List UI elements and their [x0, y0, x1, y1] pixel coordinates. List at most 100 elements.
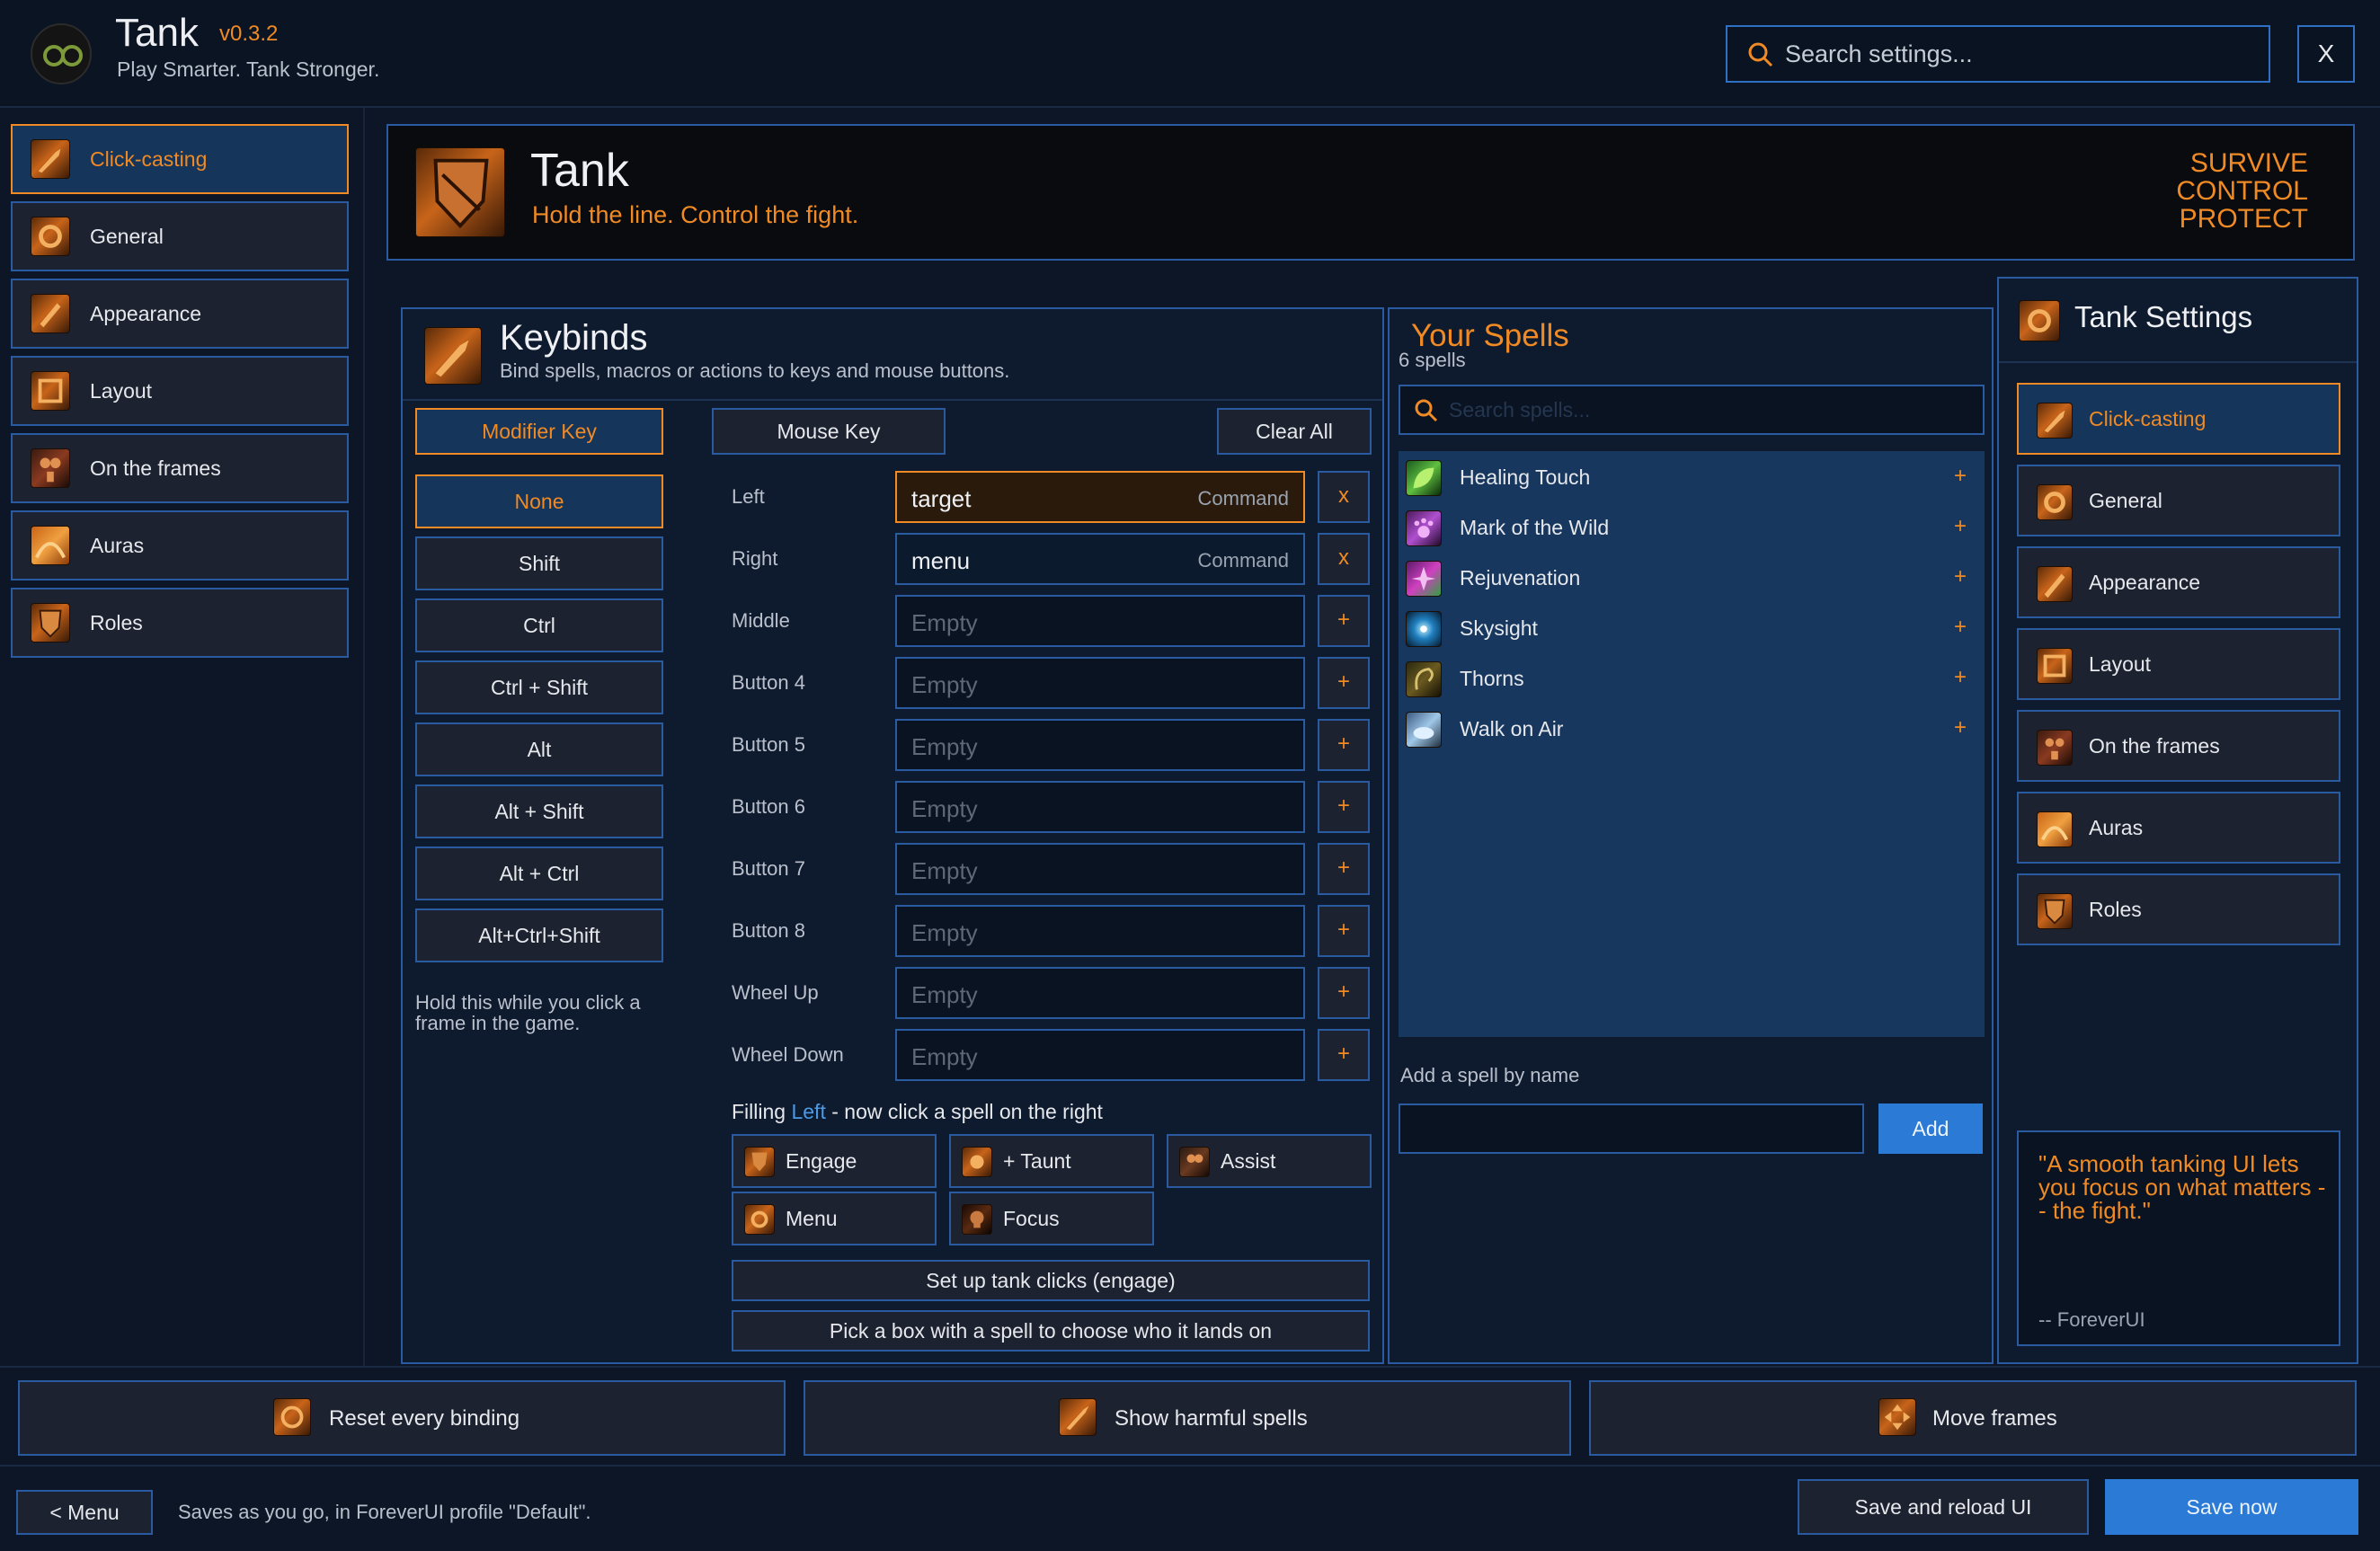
binding-value: Empty	[911, 1043, 978, 1070]
reset-bindings-button[interactable]: Reset every binding	[18, 1380, 786, 1456]
add-spell-icon[interactable]: +	[1954, 564, 1967, 589]
setup-tank-clicks-button[interactable]: Set up tank clicks (engage)	[732, 1260, 1370, 1301]
binding-field-button4[interactable]: Empty	[895, 657, 1305, 709]
binding-field-left[interactable]: target Command	[895, 471, 1305, 523]
settings-item-auras[interactable]: Auras	[2017, 792, 2340, 864]
nav-item-auras[interactable]: Auras	[11, 510, 349, 581]
remove-binding-button[interactable]: x	[1318, 471, 1370, 523]
nav-item-click-casting[interactable]: Click-casting	[11, 124, 349, 194]
add-spell-icon[interactable]: +	[1954, 514, 1967, 539]
settings-item-on-the-frames[interactable]: On the frames	[2017, 710, 2340, 782]
menu-action-button[interactable]: Menu	[732, 1192, 937, 1245]
leaf-icon	[1406, 460, 1442, 496]
add-binding-button[interactable]: +	[1318, 843, 1370, 895]
keybinds-panel: Keybinds Bind spells, macros or actions …	[401, 307, 1384, 1364]
add-binding-button[interactable]: +	[1318, 905, 1370, 957]
binding-field-middle[interactable]: Empty	[895, 595, 1305, 647]
spell-row[interactable]: Walk on Air +	[1399, 705, 1985, 755]
binding-field-button5[interactable]: Empty	[895, 719, 1305, 771]
binding-value: Empty	[911, 981, 978, 1008]
settings-search-input[interactable]	[1785, 27, 2252, 81]
add-spell-icon[interactable]: +	[1954, 464, 1967, 489]
add-binding-button[interactable]: +	[1318, 719, 1370, 771]
show-harmful-spells-button[interactable]: Show harmful spells	[804, 1380, 1571, 1456]
binding-label-button4: Button 4	[732, 671, 805, 694]
nav-item-label: Auras	[90, 534, 145, 557]
modifier-alt-ctrl-shift[interactable]: Alt+Ctrl+Shift	[415, 908, 663, 962]
engage-button[interactable]: Engage	[732, 1134, 937, 1188]
bloom-icon	[1406, 561, 1442, 597]
search-icon	[1748, 42, 1773, 67]
modifier-alt-shift[interactable]: Alt + Shift	[415, 784, 663, 838]
nav-item-appearance[interactable]: Appearance	[11, 279, 349, 349]
pick-target-box-button[interactable]: Pick a box with a spell to choose who it…	[732, 1310, 1370, 1352]
settings-item-appearance[interactable]: Appearance	[2017, 546, 2340, 618]
settings-item-general[interactable]: General	[2017, 465, 2340, 536]
settings-item-click-casting[interactable]: Click-casting	[2017, 383, 2340, 455]
modifier-shift[interactable]: Shift	[415, 536, 663, 590]
add-binding-button[interactable]: +	[1318, 595, 1370, 647]
save-now-button[interactable]: Save now	[2105, 1479, 2358, 1535]
nav-item-general[interactable]: General	[11, 201, 349, 271]
add-spell-input[interactable]	[1399, 1103, 1864, 1154]
add-binding-button[interactable]: +	[1318, 781, 1370, 833]
spell-row[interactable]: Skysight +	[1399, 604, 1985, 654]
add-spell-icon[interactable]: +	[1954, 715, 1967, 740]
focus-button[interactable]: Focus	[949, 1192, 1154, 1245]
nav-item-label: Appearance	[90, 302, 202, 325]
back-to-menu-button[interactable]: < Menu	[16, 1490, 153, 1535]
spell-row[interactable]: Thorns +	[1399, 654, 1985, 705]
move-frames-button[interactable]: Move frames	[1589, 1380, 2357, 1456]
settings-item-roles[interactable]: Roles	[2017, 873, 2340, 945]
spell-row[interactable]: Rejuvenation +	[1399, 554, 1985, 604]
spell-search-input[interactable]	[1449, 386, 1970, 433]
banner-subtitle: Hold the line. Control the fight.	[532, 201, 859, 228]
nav-item-roles[interactable]: Roles	[11, 588, 349, 658]
modifier-alt-ctrl[interactable]: Alt + Ctrl	[415, 846, 663, 900]
add-spell-icon[interactable]: +	[1954, 665, 1967, 690]
keybinds-subtitle: Bind spells, macros or actions to keys a…	[500, 359, 1010, 382]
nav-item-layout[interactable]: Layout	[11, 356, 349, 426]
settings-item-label: General	[2089, 489, 2162, 512]
binding-field-button6[interactable]: Empty	[895, 781, 1305, 833]
binding-field-right[interactable]: menu Command	[895, 533, 1305, 585]
binding-field-wheel-down[interactable]: Empty	[895, 1029, 1305, 1081]
move-icon	[1878, 1398, 1916, 1436]
remove-binding-button[interactable]: x	[1318, 533, 1370, 585]
filling-prefix: Filling	[732, 1100, 792, 1123]
close-button[interactable]: X	[2297, 25, 2355, 83]
modifier-ctrl[interactable]: Ctrl	[415, 598, 663, 652]
assist-button[interactable]: Assist	[1167, 1134, 1372, 1188]
settings-item-label: Appearance	[2089, 571, 2201, 594]
assist-icon	[1179, 1147, 1210, 1177]
modifier-none[interactable]: None	[415, 474, 663, 528]
add-spell-button[interactable]: Add	[1878, 1103, 1983, 1154]
binding-field-button8[interactable]: Empty	[895, 905, 1305, 957]
spell-search[interactable]	[1399, 385, 1985, 435]
spell-row[interactable]: Healing Touch +	[1399, 453, 1985, 503]
save-and-reload-button[interactable]: Save and reload UI	[1798, 1479, 2089, 1535]
add-binding-button[interactable]: +	[1318, 967, 1370, 1019]
thorns-icon	[1406, 661, 1442, 697]
modifier-ctrl-shift[interactable]: Ctrl + Shift	[415, 660, 663, 714]
spell-row[interactable]: Mark of the Wild +	[1399, 503, 1985, 554]
divider	[1999, 361, 2357, 363]
add-spell-icon[interactable]: +	[1954, 615, 1967, 640]
nav-item-on-the-frames[interactable]: On the frames	[11, 433, 349, 503]
settings-item-layout[interactable]: Layout	[2017, 628, 2340, 700]
quote-text: "A smooth tanking UI lets you focus on w…	[2038, 1150, 2326, 1224]
clear-all-button[interactable]: Clear All	[1217, 408, 1372, 455]
taunt-button[interactable]: + Taunt	[949, 1134, 1154, 1188]
binding-field-wheel-up[interactable]: Empty	[895, 967, 1305, 1019]
harmful-label: Show harmful spells	[1115, 1406, 1308, 1431]
add-binding-button[interactable]: +	[1318, 1029, 1370, 1081]
shield-icon	[2037, 893, 2073, 929]
binding-field-button7[interactable]: Empty	[895, 843, 1305, 895]
add-binding-button[interactable]: +	[1318, 657, 1370, 709]
binding-type: Command	[1197, 549, 1289, 572]
layout-icon	[31, 371, 70, 411]
modifier-alt[interactable]: Alt	[415, 722, 663, 776]
tab-modifier-key[interactable]: Modifier Key	[415, 408, 663, 455]
tab-mouse-key[interactable]: Mouse Key	[712, 408, 946, 455]
settings-search[interactable]	[1726, 25, 2270, 83]
